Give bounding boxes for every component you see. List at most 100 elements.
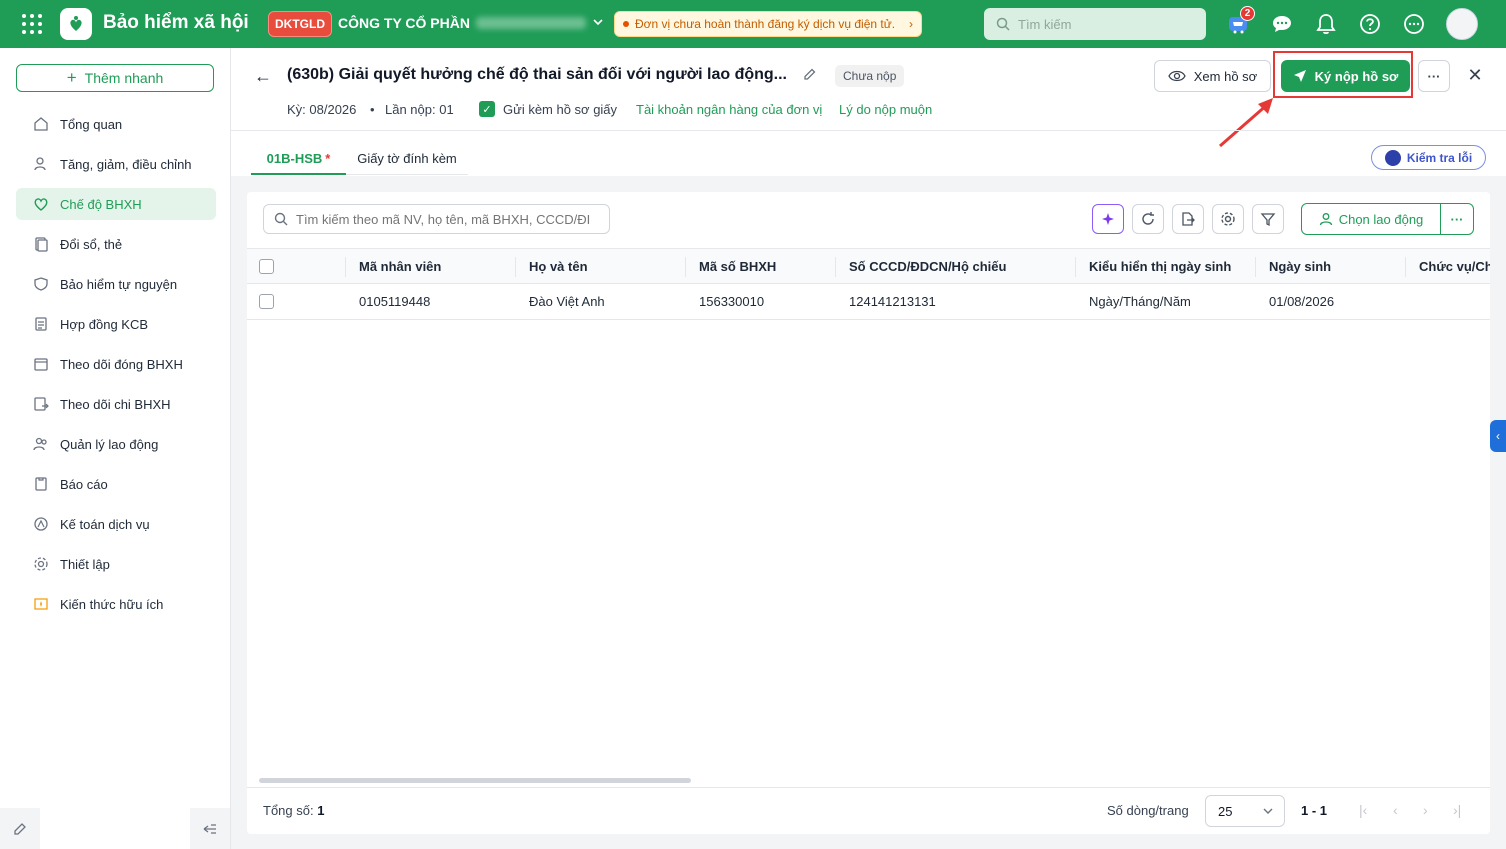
column-header[interactable]: Kiểu hiển thị ngày sinh xyxy=(1089,249,1231,283)
column-header[interactable]: Ngày sinh xyxy=(1269,249,1331,283)
pencil-icon[interactable] xyxy=(803,67,817,84)
sidebar-item-card-swap[interactable]: Đổi sổ, thẻ xyxy=(16,228,216,260)
plus-icon: + xyxy=(66,68,77,87)
global-search[interactable]: Tìm kiếm xyxy=(984,8,1206,40)
late-reason-link[interactable]: Lý do nộp muộn xyxy=(839,102,932,117)
sidebar-item-payment-tracking[interactable]: Theo dõi đóng BHXH xyxy=(16,348,216,380)
apps-icon[interactable] xyxy=(22,14,42,34)
people-icon xyxy=(32,435,50,453)
sidebar-item-kcb-contract[interactable]: Hợp đồng KCB xyxy=(16,308,216,340)
heart-shield-icon xyxy=(32,195,50,213)
sidebar-item-labor-management[interactable]: Quản lý lao động xyxy=(16,428,216,460)
rows-per-page-select[interactable]: 25 xyxy=(1205,795,1285,827)
choose-employee-more-button[interactable]: ··· xyxy=(1441,212,1473,227)
close-icon[interactable]: ✕ xyxy=(1464,64,1486,86)
service-registration-notice[interactable]: Đơn vị chưa hoàn thành đăng ký dịch vụ đ… xyxy=(614,11,922,37)
horizontal-scrollbar[interactable] xyxy=(259,778,691,783)
required-marker: * xyxy=(325,150,331,166)
paper-file-label: Gửi kèm hồ sơ giấy xyxy=(503,102,618,117)
knowledge-icon xyxy=(32,595,50,613)
search-icon xyxy=(274,212,288,226)
sidebar-item-label: Kế toán dịch vụ xyxy=(60,516,150,532)
choose-employee-group: Chọn lao động ··· xyxy=(1301,203,1474,235)
last-page-icon[interactable]: ›| xyxy=(1453,802,1461,818)
tab-01b-hsb[interactable]: 01B-HSB * xyxy=(251,143,346,175)
sign-submit-label: Ký nộp hồ sơ xyxy=(1314,68,1399,84)
tab-attachments[interactable]: Giấy tờ đính kèm xyxy=(346,143,468,175)
edit-note-icon[interactable] xyxy=(0,808,40,849)
tab-label: 01B-HSB xyxy=(266,150,323,166)
more-apps-icon[interactable] xyxy=(1402,12,1426,36)
user-avatar[interactable] xyxy=(1446,8,1478,40)
sidebar-item-label: Đổi sổ, thẻ xyxy=(60,236,123,252)
sidebar-item-label: Tăng, giảm, điều chỉnh xyxy=(60,156,192,172)
view-file-button[interactable]: Xem hồ sơ xyxy=(1154,60,1271,92)
chevron-down-icon xyxy=(592,15,604,31)
column-divider xyxy=(345,257,346,277)
sidebar-item-knowledge[interactable]: Kiến thức hữu ích xyxy=(16,588,216,620)
sidebar-item-adjustments[interactable]: Tăng, giảm, điều chỉnh xyxy=(16,148,216,180)
table-row[interactable]: 0105119448 Đào Việt Anh 156330010 124141… xyxy=(247,284,1490,320)
check-errors-button[interactable]: Kiểm tra lỗi xyxy=(1371,145,1486,170)
chat-icon[interactable] xyxy=(1270,12,1294,36)
sidebar-item-label: Theo dõi đóng BHXH xyxy=(60,356,183,372)
table-footer: Tổng số: 1 Số dòng/trang 25 1 - 1 |‹ ‹ ›… xyxy=(247,787,1490,832)
prev-page-icon[interactable]: ‹ xyxy=(1393,802,1398,818)
app-logo[interactable] xyxy=(60,8,92,40)
refresh-button[interactable] xyxy=(1132,204,1164,234)
side-panel-toggle[interactable]: ‹ xyxy=(1490,420,1506,452)
sidebar-item-label: Thiết lập xyxy=(60,556,110,572)
bank-account-link[interactable]: Tài khoản ngân hàng của đơn vị xyxy=(636,102,822,117)
column-header[interactable]: Số CCCD/ĐDCN/Hộ chiếu xyxy=(849,249,1006,283)
ai-assist-button[interactable] xyxy=(1092,204,1124,234)
grid-search-input[interactable] xyxy=(296,211,596,227)
back-arrow-icon[interactable]: ← xyxy=(254,66,272,87)
export-button[interactable] xyxy=(1172,204,1204,234)
sidebar: + Thêm nhanh Tổng quan Tăng, giảm, điều … xyxy=(0,48,231,849)
birthdate-format-cell: Ngày/Tháng/Năm xyxy=(1089,294,1191,309)
collapse-sidebar-icon[interactable] xyxy=(190,808,230,849)
column-header[interactable]: Chức vụ/Ch xyxy=(1419,249,1490,283)
sidebar-item-payout-tracking[interactable]: Theo dõi chi BHXH xyxy=(16,388,216,420)
contract-icon xyxy=(32,315,50,333)
grid-search[interactable] xyxy=(263,204,610,234)
choose-employee-button[interactable]: Chọn lao động xyxy=(1302,204,1441,234)
birthdate-cell: 01/08/2026 xyxy=(1269,294,1335,309)
full-name-cell: Đào Việt Anh xyxy=(529,294,605,309)
row-checkbox[interactable] xyxy=(259,284,274,319)
column-header[interactable]: Mã nhân viên xyxy=(359,249,441,283)
help-icon[interactable] xyxy=(1358,12,1382,36)
sign-submit-button[interactable]: Ký nộp hồ sơ xyxy=(1281,60,1410,92)
company-selector[interactable]: CÔNG TY CỔ PHẦN xyxy=(338,15,604,31)
column-divider xyxy=(1075,257,1076,277)
app-title[interactable]: Bảo hiểm xã hội xyxy=(103,12,249,34)
sparkle-icon xyxy=(1102,213,1114,225)
column-settings-button[interactable] xyxy=(1212,204,1244,234)
select-all-checkbox[interactable] xyxy=(259,249,274,283)
calendar-track-icon xyxy=(32,355,50,373)
bell-icon[interactable] xyxy=(1314,12,1338,36)
sidebar-item-label: Bảo hiểm tự nguyện xyxy=(60,276,178,292)
sidebar-item-settings[interactable]: Thiết lập xyxy=(16,548,216,580)
sidebar-item-bhxh-regimes[interactable]: Chế độ BHXH xyxy=(16,188,216,220)
gear-icon xyxy=(1221,212,1235,226)
sidebar-item-reports[interactable]: Báo cáo xyxy=(16,468,216,500)
paper-file-checkbox[interactable]: ✓ xyxy=(479,101,495,117)
quick-add-button[interactable]: + Thêm nhanh xyxy=(16,64,214,92)
column-header[interactable]: Mã số BHXH xyxy=(699,249,776,283)
more-actions-button[interactable]: ··· xyxy=(1418,60,1450,92)
sidebar-item-overview[interactable]: Tổng quan xyxy=(16,108,216,140)
next-page-icon[interactable]: › xyxy=(1423,802,1428,818)
sidebar-item-label: Báo cáo xyxy=(60,476,108,492)
card-swap-icon xyxy=(32,235,50,253)
payout-track-icon xyxy=(32,395,50,413)
refresh-icon xyxy=(1142,212,1154,225)
search-icon xyxy=(996,17,1010,31)
filter-button[interactable] xyxy=(1252,204,1284,234)
page-title: (630b) Giải quyết hưởng chế độ thai sản … xyxy=(287,66,787,83)
total-label: Tổng số: xyxy=(263,803,314,818)
first-page-icon[interactable]: |‹ xyxy=(1359,802,1367,818)
sidebar-item-accounting[interactable]: Kế toán dịch vụ xyxy=(16,508,216,540)
column-header[interactable]: Họ và tên xyxy=(529,249,588,283)
sidebar-item-voluntary[interactable]: Bảo hiểm tự nguyện xyxy=(16,268,216,300)
